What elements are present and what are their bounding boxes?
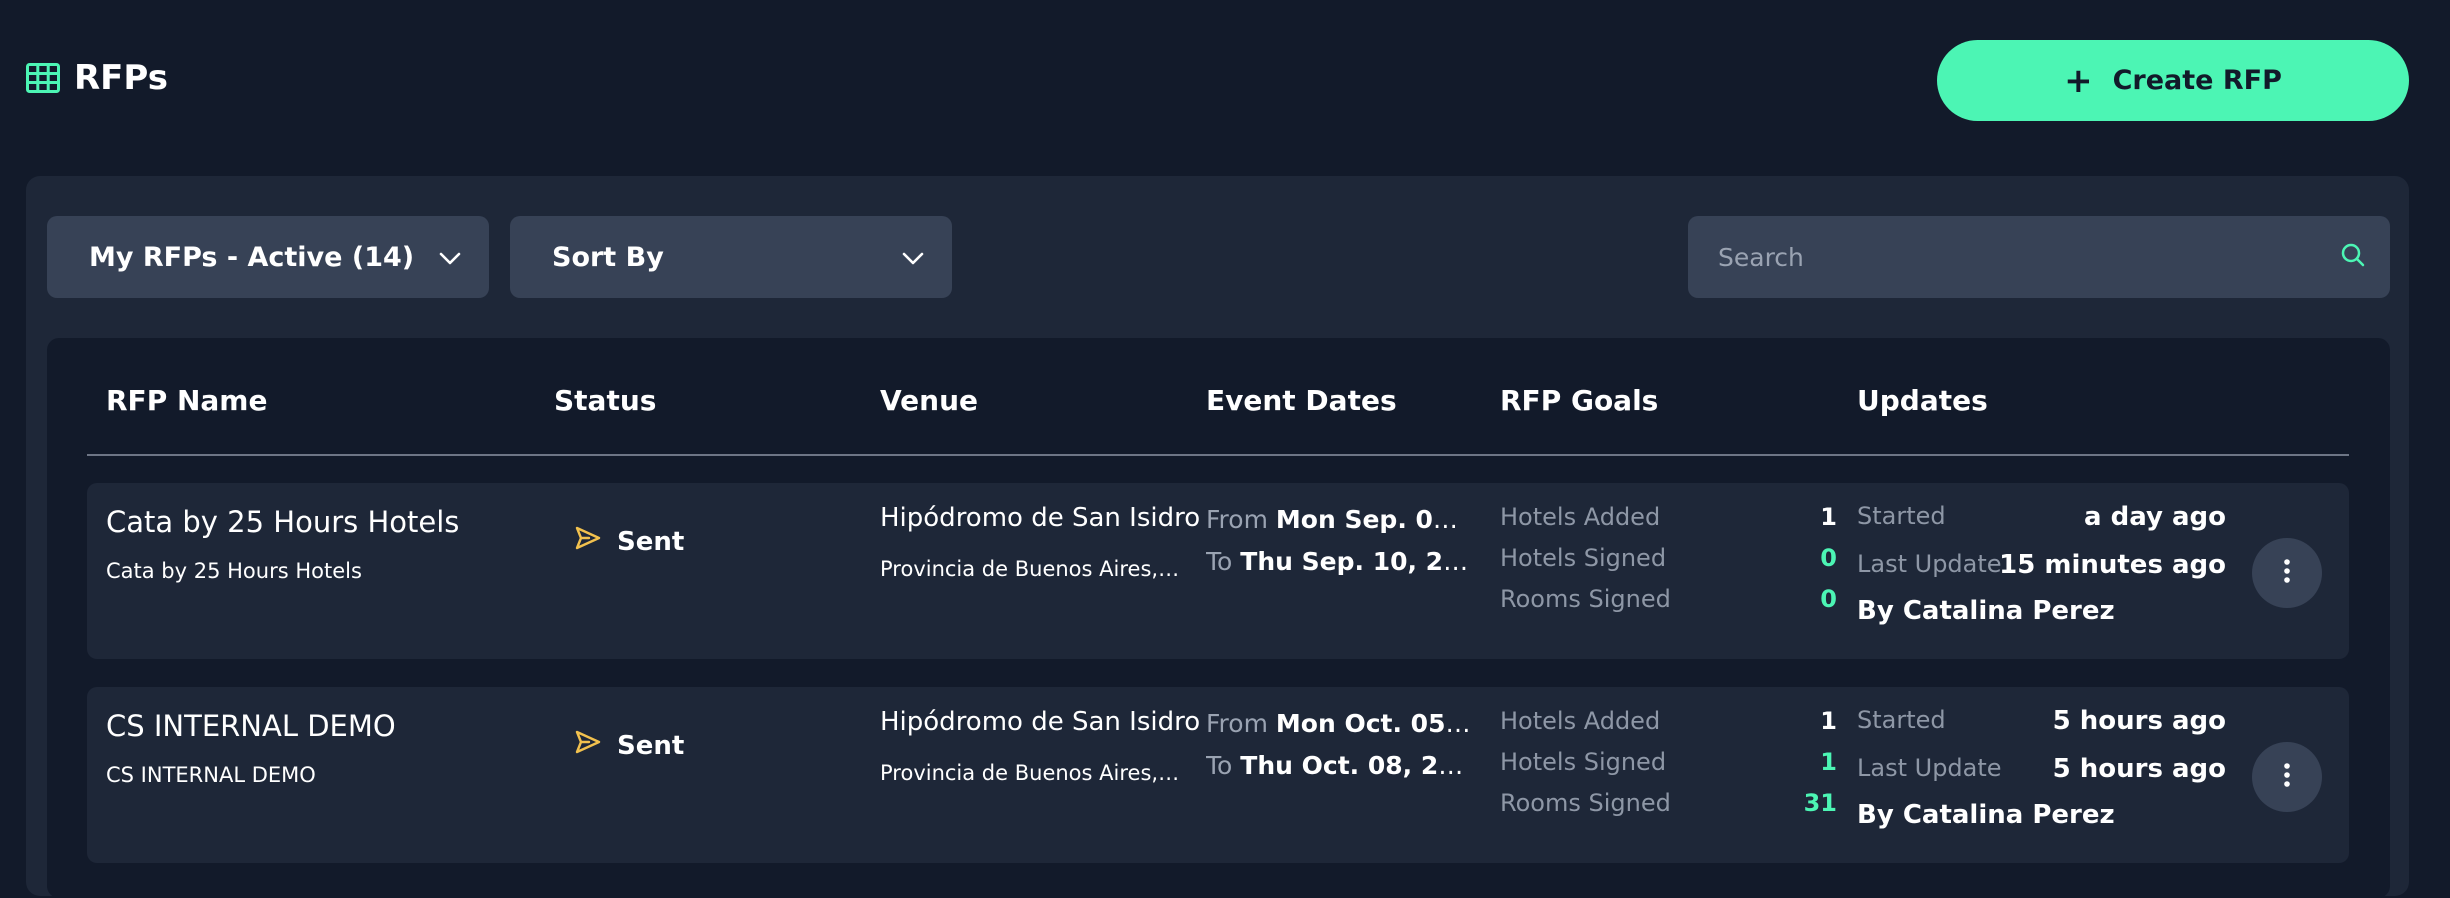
to-label: To (1206, 751, 1233, 780)
goal-value-hotels-signed: 0 (1820, 544, 1837, 572)
venue-name: Hipódromo de San Isidro (880, 707, 1201, 737)
row-more-menu-button[interactable] (2252, 742, 2322, 812)
status-label: Sent (617, 730, 685, 761)
status-badge: Sent (575, 730, 684, 761)
column-header-event-dates[interactable]: Event Dates (1206, 384, 1397, 417)
from-label: From (1206, 709, 1268, 738)
goal-value-hotels-added: 1 (1820, 707, 1837, 735)
rfp-filter-dropdown[interactable]: My RFPs - Active (14) (47, 216, 489, 298)
send-icon (575, 730, 601, 761)
to-label: To (1206, 547, 1233, 576)
from-label: From (1206, 505, 1268, 534)
goal-value-hotels-signed: 1 (1820, 748, 1837, 776)
column-header-updates[interactable]: Updates (1857, 384, 1988, 417)
goal-label-hotels-added: Hotels Added (1500, 503, 1661, 531)
from-date: Mon Sep. 07, 20… (1275, 505, 1473, 534)
rfp-list-panel: My RFPs - Active (14) Sort By RFP Name S… (26, 176, 2409, 898)
goal-value-rooms-signed: 0 (1820, 585, 1837, 613)
rfp-subtitle: CS INTERNAL DEMO (106, 763, 316, 787)
chevron-down-icon (902, 242, 924, 273)
row-more-menu-button[interactable] (2252, 538, 2322, 608)
venue-address: Provincia de Buenos Aires, B1… (880, 557, 1180, 581)
event-date-to: To Thu Sep. 10, 2026 (1206, 547, 1473, 576)
rfp-subtitle: Cata by 25 Hours Hotels (106, 559, 362, 583)
goal-label-hotels-signed: Hotels Signed (1500, 748, 1667, 776)
event-date-from: From Mon Oct. 05, 20… (1206, 709, 1473, 738)
status-label: Sent (617, 526, 685, 557)
plus-icon: + (2064, 60, 2093, 101)
more-vertical-icon (2283, 762, 2291, 792)
send-icon (575, 526, 601, 557)
sort-by-dropdown[interactable]: Sort By (510, 216, 952, 298)
rfp-name[interactable]: CS INTERNAL DEMO (106, 709, 396, 743)
column-header-rfp-name[interactable]: RFP Name (106, 384, 267, 417)
from-date: Mon Oct. 05, 20… (1275, 709, 1473, 738)
table-grid-icon (26, 63, 60, 93)
column-header-rfp-goals[interactable]: RFP Goals (1500, 384, 1658, 417)
rfp-filter-label: My RFPs - Active (14) (89, 241, 415, 273)
last-update-value: 5 hours ago (2052, 754, 2226, 784)
goal-label-hotels-signed: Hotels Signed (1500, 544, 1667, 572)
search-box (1688, 216, 2390, 298)
venue-name: Hipódromo de San Isidro (880, 503, 1201, 533)
table-row[interactable]: Cata by 25 Hours Hotels Cata by 25 Hours… (87, 483, 2349, 659)
page-title-group: RFPs (26, 58, 168, 98)
started-label: Started (1857, 706, 1946, 734)
search-input[interactable] (1718, 242, 2340, 272)
rfp-table: RFP Name Status Venue Event Dates RFP Go… (47, 338, 2390, 898)
goal-label-rooms-signed: Rooms Signed (1500, 585, 1671, 613)
page-title: RFPs (74, 58, 168, 98)
status-badge: Sent (575, 526, 684, 557)
page-header: RFPs + Create RFP (0, 0, 2450, 160)
to-date: Thu Oct. 08, 2026 (1240, 751, 1473, 780)
sort-by-label: Sort By (552, 241, 664, 273)
started-label: Started (1857, 502, 1946, 530)
event-date-to: To Thu Oct. 08, 2026 (1206, 751, 1473, 780)
goal-value-rooms-signed: 31 (1803, 789, 1837, 817)
column-header-status[interactable]: Status (554, 384, 656, 417)
updated-by: By Catalina Perez (1857, 800, 2115, 830)
started-value: a day ago (2084, 502, 2226, 532)
last-update-value: 15 minutes ago (1999, 550, 2226, 580)
goal-label-rooms-signed: Rooms Signed (1500, 789, 1671, 817)
venue-address: Provincia de Buenos Aires, B1… (880, 761, 1180, 785)
rfp-name[interactable]: Cata by 25 Hours Hotels (106, 505, 459, 539)
to-date: Thu Sep. 10, 2026 (1240, 547, 1473, 576)
column-header-venue[interactable]: Venue (880, 384, 978, 417)
last-update-label: Last Update (1857, 754, 2002, 782)
search-icon[interactable] (2340, 242, 2366, 272)
last-update-label: Last Update (1857, 550, 2002, 578)
table-row[interactable]: CS INTERNAL DEMO CS INTERNAL DEMO Sent H… (87, 687, 2349, 863)
goal-label-hotels-added: Hotels Added (1500, 707, 1661, 735)
updated-by: By Catalina Perez (1857, 596, 2115, 626)
more-vertical-icon (2283, 558, 2291, 588)
create-rfp-button[interactable]: + Create RFP (1937, 40, 2409, 121)
chevron-down-icon (439, 242, 461, 273)
create-rfp-label: Create RFP (2112, 65, 2282, 96)
table-header: RFP Name Status Venue Event Dates RFP Go… (87, 338, 2349, 456)
goal-value-hotels-added: 1 (1820, 503, 1837, 531)
event-date-from: From Mon Sep. 07, 20… (1206, 505, 1473, 534)
started-value: 5 hours ago (2052, 706, 2226, 736)
